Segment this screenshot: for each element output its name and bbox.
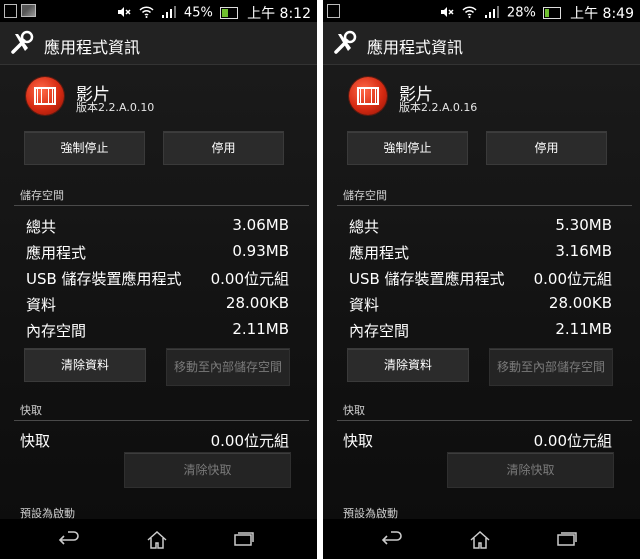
- cache-header: 快取: [343, 404, 365, 417]
- battery-icon: [542, 7, 561, 19]
- storage-internal-value: 2.11MB: [232, 320, 289, 338]
- cache-divider: [14, 420, 309, 421]
- notification-icon: [4, 4, 17, 18]
- clear-cache-button[interactable]: 清除快取: [124, 452, 291, 488]
- storage-total-label: 總共: [26, 218, 57, 236]
- storage-header: 儲存空間: [343, 189, 387, 202]
- screen-right: 28% 上午 8:49 應用程式資訊 影片 版本2.2.A.0.16 強制停止 …: [323, 0, 640, 559]
- action-bar: 應用程式資訊: [0, 22, 317, 65]
- battery-percent: 28%: [506, 5, 536, 21]
- storage-usb-value: 0.00位元組: [533, 270, 612, 288]
- status-bar: 45% 上午 8:12: [0, 0, 317, 22]
- storage-total-value: 5.30MB: [555, 216, 612, 234]
- move-to-internal-button[interactable]: 移動至內部儲存空間: [489, 348, 613, 386]
- navigation-bar: [323, 519, 640, 559]
- storage-app-value: 0.93MB: [232, 242, 289, 260]
- force-stop-button[interactable]: 強制停止: [24, 131, 145, 165]
- cache-label: 快取: [343, 432, 374, 450]
- storage-usb-label: USB 儲存裝置應用程式: [26, 270, 182, 288]
- signal-icon: [484, 5, 499, 21]
- film-icon: [26, 77, 64, 115]
- image-icon: [21, 4, 36, 17]
- storage-usb-value: 0.00位元組: [210, 270, 289, 288]
- battery-icon: [219, 7, 238, 19]
- cache-value: 0.00位元組: [210, 432, 289, 450]
- force-stop-button[interactable]: 強制停止: [347, 131, 468, 165]
- tools-icon[interactable]: [10, 30, 36, 56]
- signal-icon: [161, 5, 176, 21]
- storage-divider: [337, 205, 632, 206]
- battery-percent: 45%: [183, 5, 213, 21]
- cache-divider: [337, 420, 632, 421]
- recent-apps-icon[interactable]: [233, 531, 255, 551]
- notification-icon: [327, 4, 340, 18]
- storage-total-label: 總共: [349, 218, 380, 236]
- back-icon[interactable]: [381, 531, 403, 551]
- storage-data-value: 28.00KB: [225, 294, 289, 312]
- home-icon[interactable]: [469, 530, 491, 553]
- storage-divider: [14, 205, 309, 206]
- app-version: 版本2.2.A.0.10: [76, 101, 155, 114]
- storage-app-value: 3.16MB: [555, 242, 612, 260]
- storage-data-value: 28.00KB: [548, 294, 612, 312]
- wifi-icon: [462, 5, 477, 21]
- clear-data-button[interactable]: 清除資料: [347, 348, 469, 382]
- screen-left: 45% 上午 8:12 應用程式資訊 影片 版本2.2.A.0.10 強制停止 …: [0, 0, 317, 559]
- storage-total-value: 3.06MB: [232, 216, 289, 234]
- clear-cache-button[interactable]: 清除快取: [447, 452, 614, 488]
- action-bar: 應用程式資訊: [323, 22, 640, 65]
- cache-value: 0.00位元組: [533, 432, 612, 450]
- move-to-internal-button[interactable]: 移動至內部儲存空間: [166, 348, 290, 386]
- back-icon[interactable]: [58, 531, 80, 551]
- storage-internal-label: 內存空間: [26, 322, 87, 340]
- navigation-bar: [0, 519, 317, 559]
- action-bar-title: 應用程式資訊: [367, 38, 464, 57]
- tools-icon[interactable]: [333, 30, 359, 56]
- mute-icon: [440, 6, 454, 21]
- storage-internal-value: 2.11MB: [555, 320, 612, 338]
- status-time: 上午 8:49: [570, 6, 634, 22]
- storage-header: 儲存空間: [20, 189, 64, 202]
- storage-usb-label: USB 儲存裝置應用程式: [349, 270, 505, 288]
- disable-button[interactable]: 停用: [486, 131, 607, 165]
- status-time: 上午 8:12: [247, 6, 311, 22]
- wifi-icon: [139, 5, 154, 21]
- status-bar: 28% 上午 8:49: [323, 0, 640, 22]
- recent-apps-icon[interactable]: [556, 531, 578, 551]
- action-bar-title: 應用程式資訊: [44, 38, 141, 57]
- mute-icon: [117, 6, 131, 21]
- film-icon: [349, 77, 387, 115]
- storage-app-label: 應用程式: [26, 244, 87, 262]
- cache-label: 快取: [20, 432, 51, 450]
- cache-header: 快取: [20, 404, 42, 417]
- storage-data-label: 資料: [26, 296, 57, 314]
- app-version: 版本2.2.A.0.16: [399, 101, 478, 114]
- storage-internal-label: 內存空間: [349, 322, 410, 340]
- storage-app-label: 應用程式: [349, 244, 410, 262]
- home-icon[interactable]: [146, 530, 168, 553]
- clear-data-button[interactable]: 清除資料: [24, 348, 146, 382]
- disable-button[interactable]: 停用: [163, 131, 284, 165]
- storage-data-label: 資料: [349, 296, 380, 314]
